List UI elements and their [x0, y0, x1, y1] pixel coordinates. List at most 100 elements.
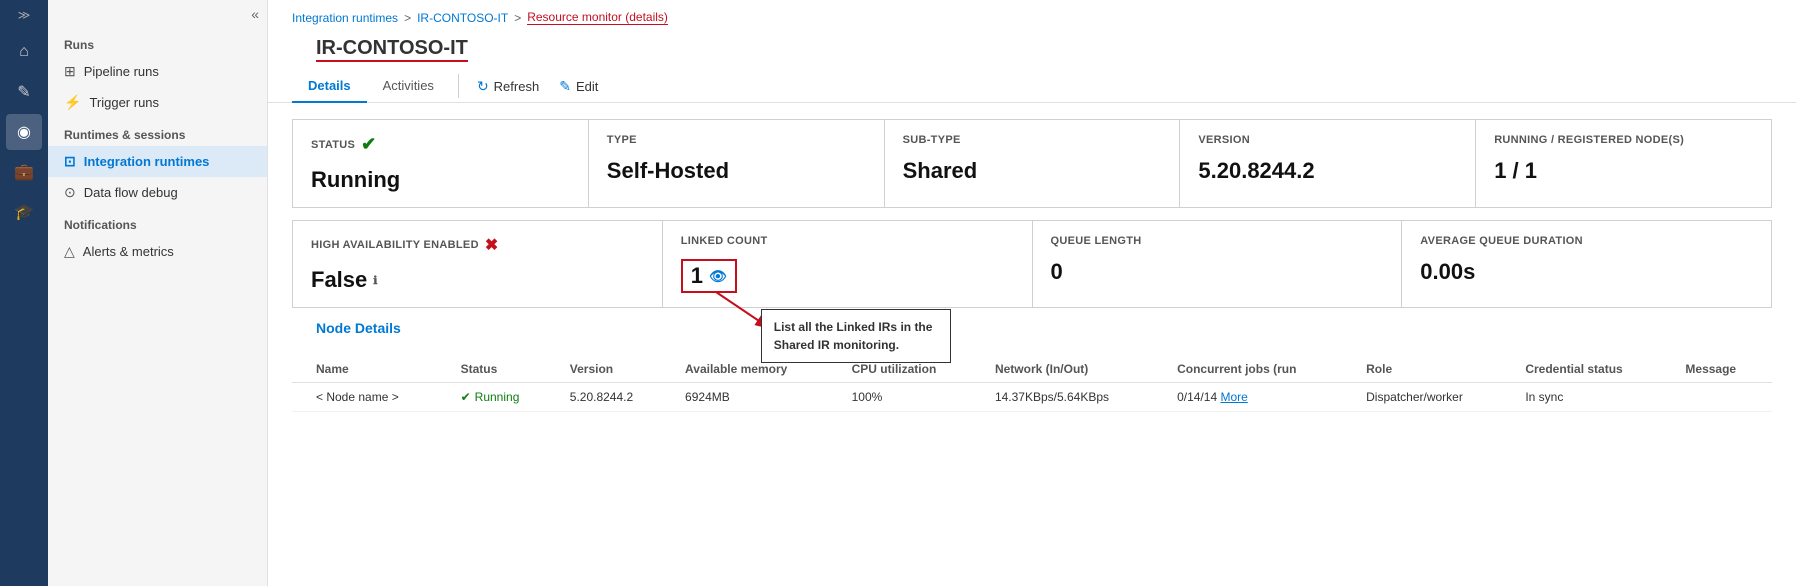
- card-avg-queue: AVERAGE QUEUE DURATION 0.00s: [1402, 221, 1771, 307]
- tab-details[interactable]: Details: [292, 70, 367, 103]
- alerts-metrics-item[interactable]: △ Alerts & metrics: [48, 236, 267, 267]
- collapse-nav[interactable]: «: [48, 0, 267, 28]
- node-message: [1673, 383, 1772, 412]
- pipeline-runs-item[interactable]: ⊞ Pipeline runs: [48, 56, 267, 87]
- avg-queue-label: AVERAGE QUEUE DURATION: [1420, 235, 1753, 247]
- card-linked-count: LINKED COUNT 1 👁: [663, 221, 1033, 307]
- running-nodes-label: RUNNING / REGISTERED NODE(S): [1494, 134, 1753, 146]
- ha-label: HIGH AVAILABILITY ENABLED ✖: [311, 235, 644, 255]
- page-title: IR-CONTOSO-IT: [316, 33, 468, 62]
- node-memory: 6924MB: [673, 383, 840, 412]
- tab-activities[interactable]: Activities: [367, 70, 450, 103]
- card-running-nodes: RUNNING / REGISTERED NODE(S) 1 / 1: [1476, 120, 1771, 207]
- card-ha-enabled: HIGH AVAILABILITY ENABLED ✖ False ℹ: [293, 221, 663, 307]
- ha-info-icon[interactable]: ℹ: [373, 274, 377, 287]
- pencil-icon[interactable]: ✎: [6, 74, 42, 110]
- breadcrumb-ir-contoso[interactable]: IR-CONTOSO-IT: [417, 11, 508, 25]
- linked-eye-icon[interactable]: 👁: [709, 268, 727, 285]
- running-check-icon: ✔: [461, 390, 471, 404]
- linked-count-label: LINKED COUNT: [681, 235, 1014, 247]
- pipeline-runs-label: Pipeline runs: [84, 64, 159, 79]
- collapse-icon[interactable]: «: [251, 6, 259, 22]
- runs-section-label: Runs: [48, 28, 267, 56]
- trigger-runs-item[interactable]: ⚡ Trigger runs: [48, 87, 267, 118]
- edit-icon: ✎: [559, 78, 571, 95]
- col-credential: Credential status: [1513, 356, 1673, 383]
- col-role: Role: [1354, 356, 1513, 383]
- table-row: < Node name > ✔ Running 5.20.8244.2 6924…: [292, 383, 1772, 412]
- status-check-icon: ✔: [361, 134, 376, 155]
- linked-count-value: 1 👁: [681, 259, 1014, 293]
- node-version: 5.20.8244.2: [558, 383, 673, 412]
- linked-count-number: 1: [691, 263, 703, 289]
- col-version: Version: [558, 356, 673, 383]
- callout-text: List all the Linked IRs in the Shared IR…: [774, 320, 933, 352]
- trigger-runs-label: Trigger runs: [89, 95, 159, 110]
- integration-runtimes-item[interactable]: ⊡ Integration runtimes: [48, 146, 267, 177]
- status-label: STATUS ✔: [311, 134, 570, 155]
- data-flow-icon: ⊙: [64, 184, 76, 201]
- runtimes-section-label: Runtimes & sessions: [48, 118, 267, 146]
- integration-runtimes-icon: ⊡: [64, 153, 76, 170]
- card-subtype: SUB-TYPE Shared: [885, 120, 1181, 207]
- running-label: Running: [475, 390, 520, 404]
- tabs-toolbar: Details Activities ↻ Refresh ✎ Edit: [268, 62, 1796, 103]
- node-role: Dispatcher/worker: [1354, 383, 1513, 412]
- sidebar-icons: ≫ ⌂ ✎ ◉ 💼 🎓: [0, 0, 48, 586]
- node-cpu: 100%: [840, 383, 983, 412]
- running-badge: ✔ Running: [461, 390, 546, 404]
- col-status: Status: [449, 356, 558, 383]
- integration-runtimes-label: Integration runtimes: [84, 154, 210, 169]
- node-table-header: Name Status Version Available memory CPU…: [292, 356, 1772, 383]
- refresh-icon: ↻: [477, 78, 489, 95]
- col-network: Network (In/Out): [983, 356, 1165, 383]
- col-name: Name: [292, 356, 449, 383]
- cards-row-2: HIGH AVAILABILITY ENABLED ✖ False ℹ LINK…: [292, 220, 1772, 308]
- more-link[interactable]: More: [1220, 390, 1247, 404]
- type-label: TYPE: [607, 134, 866, 146]
- concurrent-value: 0/14/14: [1177, 390, 1217, 404]
- callout-box: List all the Linked IRs in the Shared IR…: [761, 309, 951, 363]
- page-title-wrapper: IR-CONTOSO-IT: [268, 29, 1796, 62]
- home-icon[interactable]: ⌂: [6, 34, 42, 70]
- node-table: Name Status Version Available memory CPU…: [292, 356, 1772, 412]
- subtype-label: SUB-TYPE: [903, 134, 1162, 146]
- monitor-icon[interactable]: ◉: [6, 114, 42, 150]
- ha-x-icon: ✖: [485, 235, 499, 255]
- node-table-body: < Node name > ✔ Running 5.20.8244.2 6924…: [292, 383, 1772, 412]
- learn-icon[interactable]: 🎓: [6, 194, 42, 230]
- linked-count-tooltip-area: 1 👁: [681, 259, 737, 293]
- pipeline-icon: ⊞: [64, 63, 76, 80]
- notifications-section-label: Notifications: [48, 208, 267, 236]
- refresh-button[interactable]: ↻ Refresh: [467, 72, 549, 101]
- col-message: Message: [1673, 356, 1772, 383]
- node-status: ✔ Running: [449, 383, 558, 412]
- manage-icon[interactable]: 💼: [6, 154, 42, 190]
- breadcrumb-current: Resource monitor (details): [527, 10, 668, 25]
- breadcrumb-sep1: >: [404, 11, 411, 25]
- trigger-icon: ⚡: [64, 94, 81, 111]
- data-flow-debug-label: Data flow debug: [84, 185, 178, 200]
- data-flow-debug-item[interactable]: ⊙ Data flow debug: [48, 177, 267, 208]
- breadcrumb-integration-runtimes[interactable]: Integration runtimes: [292, 11, 398, 25]
- queue-length-value: 0: [1051, 259, 1384, 285]
- version-value: 5.20.8244.2: [1198, 158, 1457, 184]
- expand-sidebar-icon[interactable]: ≫: [18, 8, 31, 22]
- breadcrumb: Integration runtimes > IR-CONTOSO-IT > R…: [268, 0, 1796, 29]
- running-nodes-value: 1 / 1: [1494, 158, 1753, 184]
- ha-value: False ℹ: [311, 267, 644, 293]
- card-queue-length: QUEUE LENGTH 0: [1033, 221, 1403, 307]
- main-content: Integration runtimes > IR-CONTOSO-IT > R…: [268, 0, 1796, 586]
- card-status: STATUS ✔ Running: [293, 120, 589, 207]
- node-name: < Node name >: [292, 383, 449, 412]
- col-concurrent: Concurrent jobs (run: [1165, 356, 1354, 383]
- node-credential: In sync: [1513, 383, 1673, 412]
- cards-row-1: STATUS ✔ Running TYPE Self-Hosted SUB-TY…: [292, 119, 1772, 208]
- avg-queue-value: 0.00s: [1420, 259, 1753, 285]
- edit-label: Edit: [576, 79, 598, 94]
- breadcrumb-sep2: >: [514, 11, 521, 25]
- left-nav: « Runs ⊞ Pipeline runs ⚡ Trigger runs Ru…: [48, 0, 268, 586]
- card-type: TYPE Self-Hosted: [589, 120, 885, 207]
- queue-length-label: QUEUE LENGTH: [1051, 235, 1384, 247]
- edit-button[interactable]: ✎ Edit: [549, 72, 608, 101]
